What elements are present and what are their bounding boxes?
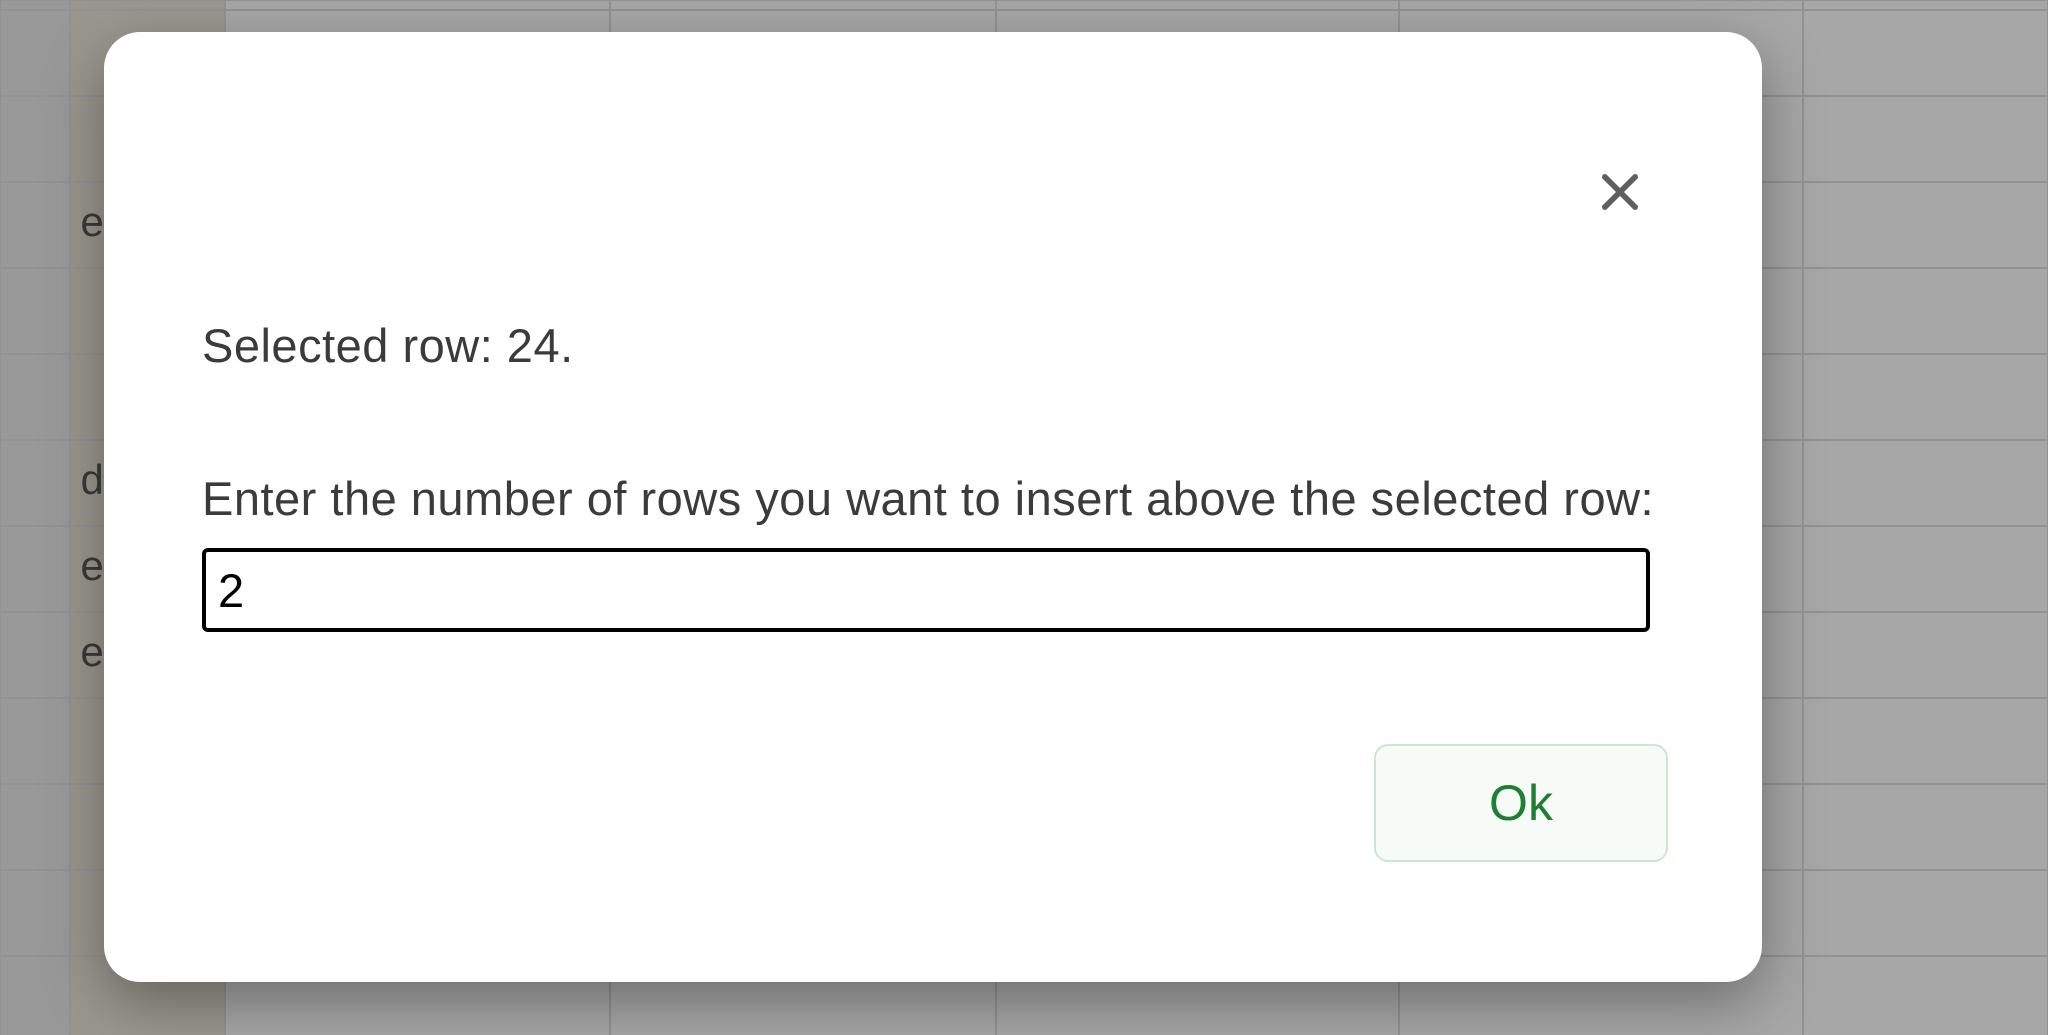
insert-rows-dialog: Selected row: 24. Enter the number of ro… (104, 32, 1762, 982)
close-button[interactable] (1594, 168, 1646, 220)
ok-button-label: Ok (1489, 774, 1553, 832)
selected-row-text: Selected row: 24. (202, 318, 1664, 373)
close-icon (1594, 166, 1646, 223)
rows-count-input[interactable] (202, 548, 1650, 632)
ok-button[interactable]: Ok (1374, 744, 1668, 862)
prompt-text: Enter the number of rows you want to ins… (202, 471, 1664, 526)
